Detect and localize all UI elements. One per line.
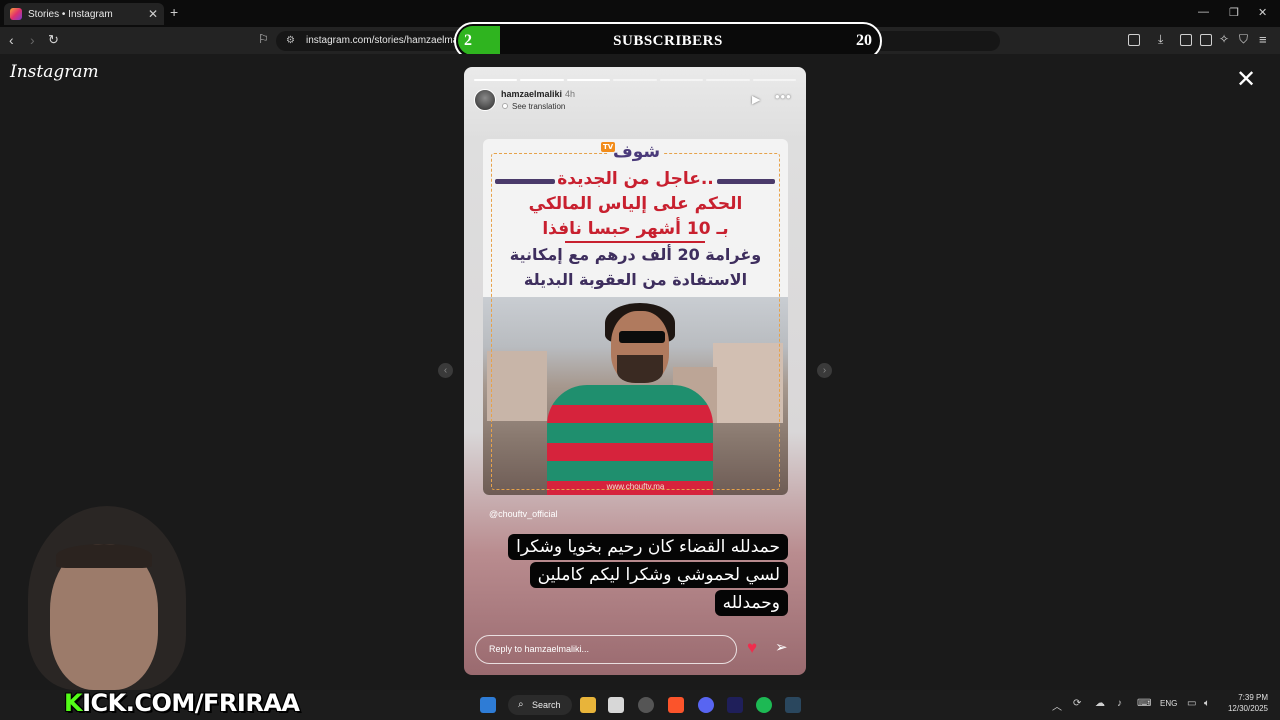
close-story-icon[interactable]: ✕ (1236, 68, 1256, 92)
translate-icon (502, 103, 508, 109)
news-image: TV شوف عاجل من الجديدة.. الحكم على إلياس … (483, 139, 788, 495)
browser-tab-instagram[interactable]: Stories • Instagram ✕ (4, 3, 164, 25)
story-progress-segment (659, 79, 704, 81)
sidebar-icon[interactable] (1180, 34, 1192, 46)
discord-icon[interactable] (698, 697, 714, 713)
story-progress-segment (752, 79, 796, 81)
avatar[interactable] (474, 89, 496, 111)
story-mention[interactable]: @chouftv_official (489, 509, 558, 519)
news-headline-1: عاجل من الجديدة.. (557, 169, 714, 189)
tray-overflow-icon[interactable]: ︿ (1052, 698, 1062, 713)
story-progress-segment (706, 79, 750, 81)
back-icon[interactable]: ‹ (9, 32, 14, 48)
story-time: 4h (565, 89, 576, 99)
forward-icon[interactable]: › (30, 32, 35, 48)
instagram-favicon-icon (10, 8, 22, 20)
streamer-webcam (0, 500, 200, 690)
language-indicator[interactable]: ENG (1160, 699, 1177, 708)
send-direct-icon[interactable]: ➢ (775, 640, 788, 655)
minimize-icon[interactable]: — (1198, 6, 1209, 18)
news-headline-5: الاستفادة من العقوبة البديلة (523, 270, 748, 289)
site-info-icon[interactable]: ⚙ (286, 31, 295, 51)
download-icon[interactable]: ⤓ (1158, 32, 1163, 47)
play-icon[interactable]: ▶ (752, 93, 760, 106)
story-progress-segment (520, 79, 564, 81)
story-progress-segment (474, 79, 518, 81)
chouftv-logo: TV شوف (601, 142, 665, 162)
start-icon[interactable] (480, 697, 496, 713)
subscriber-goal: 20 (856, 32, 872, 49)
news-headline-4: وغرامة 20 ألف درهم مع إمكانية (509, 245, 762, 264)
reply-input[interactable]: Reply to hamzaelmaliki... (475, 635, 737, 664)
volume-icon[interactable]: 🔈︎ (1204, 698, 1210, 709)
file-explorer-icon[interactable] (580, 697, 596, 713)
wallet-icon[interactable] (1200, 34, 1212, 46)
news-website: www.chouftv.ma (606, 482, 665, 491)
network-icon[interactable]: ▭ (1187, 698, 1196, 709)
steam-icon[interactable] (785, 697, 801, 713)
spotify-icon[interactable] (756, 697, 772, 713)
previous-story-icon[interactable]: ‹ (438, 363, 453, 378)
headline-underline (565, 241, 705, 243)
story-card: hamzaelmaliki 4h See translation ▶ ••• T… (464, 67, 806, 675)
vpn-shield-icon[interactable]: ⛉ (1239, 32, 1248, 47)
taskbar-search[interactable]: ⌕ Search (508, 695, 572, 715)
story-progress-bar (474, 79, 796, 81)
new-tab-icon[interactable]: + (170, 4, 178, 20)
premiere-icon[interactable] (727, 697, 743, 713)
window-close-icon[interactable]: ✕ (1258, 6, 1267, 19)
leo-ai-icon[interactable]: ✧ (1219, 32, 1229, 46)
like-heart-icon[interactable]: ♥ (747, 639, 757, 656)
keyboard-icon[interactable]: ⌨ (1137, 698, 1151, 709)
kick-watermark: KICK.COM/FRIRAA (64, 689, 300, 717)
sync-icon[interactable]: ⟳ (1073, 698, 1081, 709)
news-headline-3: بـ 10 أشهر حبسا نافذا (542, 219, 729, 239)
reader-mode-icon[interactable] (1128, 34, 1140, 46)
next-story-icon[interactable]: › (817, 363, 832, 378)
kick-channel-text: ICK.COM/FRIRAA (82, 689, 300, 717)
story-username[interactable]: hamzaelmaliki (501, 89, 562, 99)
see-translation-link[interactable]: See translation (512, 102, 565, 111)
story-progress-segment (613, 79, 657, 81)
snipping-tool-icon[interactable] (608, 697, 624, 713)
bookmark-icon[interactable]: ⚐ (258, 32, 269, 46)
clock-time[interactable]: 7:39 PM (1228, 693, 1268, 702)
more-options-icon[interactable]: ••• (775, 89, 792, 104)
news-headline-2: الحكم على إلياس المالكي (528, 194, 743, 214)
subscriber-label: SUBSCRIBERS (613, 33, 723, 49)
obs-icon[interactable] (638, 697, 654, 713)
tab-close-icon[interactable]: ✕ (148, 7, 158, 21)
kick-logo: K (64, 689, 83, 717)
story-progress-segment (566, 79, 611, 81)
tab-title: Stories • Instagram (28, 8, 113, 20)
restore-icon[interactable]: ❐ (1229, 6, 1239, 19)
brave-browser-icon[interactable] (668, 697, 684, 713)
microphone-icon[interactable]: ♪ (1117, 698, 1122, 709)
story-caption: حمدلله القضاء كان رحيم بخويا وشكرا لسي ل… (484, 533, 788, 617)
clock-date[interactable]: 12/30/2025 (1218, 704, 1268, 713)
search-icon: ⌕ (518, 699, 524, 710)
instagram-logo[interactable]: Instagram (10, 62, 99, 82)
onedrive-icon[interactable]: ☁ (1095, 698, 1105, 709)
menu-icon[interactable]: ≡ (1259, 32, 1267, 47)
reload-icon[interactable]: ↻ (48, 32, 59, 48)
